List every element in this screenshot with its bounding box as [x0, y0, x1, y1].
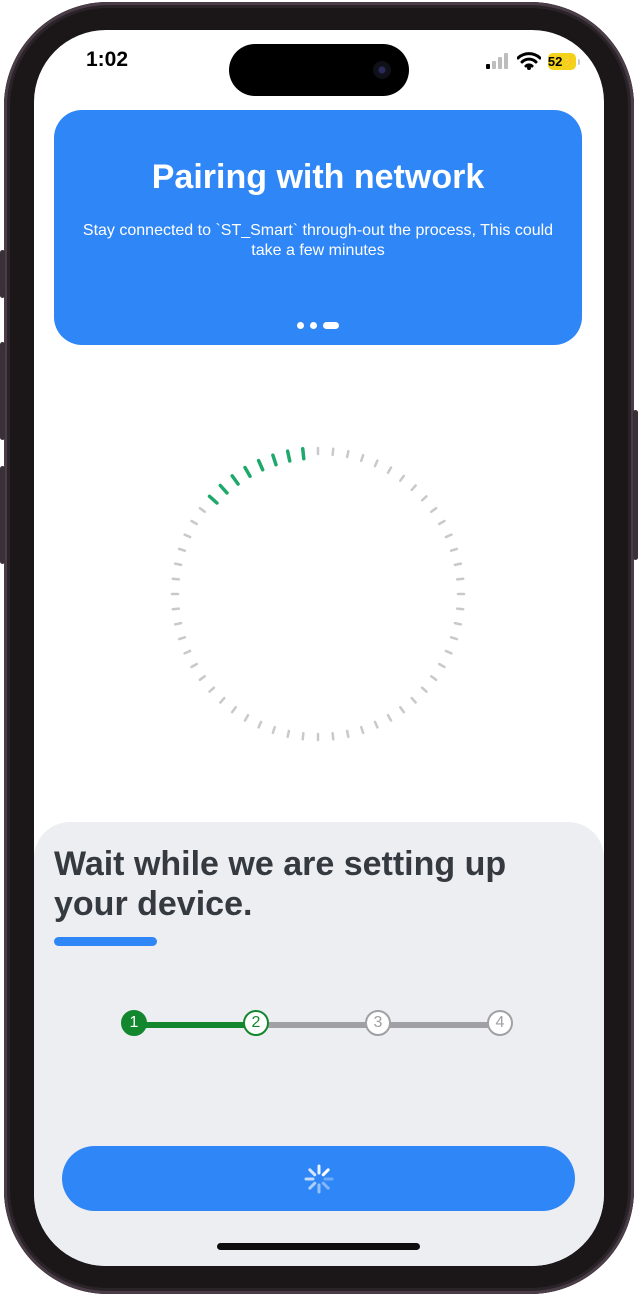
progress-tick-pending [386, 713, 393, 722]
bolt-icon: ⚡ [562, 55, 577, 68]
continue-button[interactable] [62, 1146, 575, 1211]
progress-tick-pending [345, 449, 350, 459]
progress-tick-complete [256, 458, 265, 472]
camera-icon [373, 61, 391, 79]
page-indicator[interactable] [54, 322, 582, 329]
step-connector [134, 1022, 256, 1028]
banner-title: Pairing with network [151, 158, 485, 196]
progress-tick-complete [243, 465, 252, 478]
cellular-signal-icon [486, 53, 508, 69]
progress-tick-pending [173, 621, 183, 626]
pairing-progress-ring [170, 446, 466, 742]
progress-tick-pending [437, 662, 446, 669]
progress-tick-pending [271, 725, 276, 735]
progress-tick-pending [230, 706, 237, 714]
banner-subtitle: Stay connected to `ST_Smart` through-out… [82, 222, 554, 259]
progress-tick-pending [286, 729, 291, 739]
wifi-icon [517, 52, 541, 70]
heading-underline [54, 937, 157, 946]
progress-tick-pending [444, 649, 453, 655]
progress-tick-complete [271, 453, 278, 467]
loading-spinner-icon [304, 1164, 333, 1193]
info-banner[interactable]: Pairing with network Stay connected to `… [54, 110, 582, 345]
action-button [0, 250, 5, 298]
progress-tick-pending [373, 720, 379, 729]
progress-tick-pending [183, 649, 192, 655]
progress-tick-pending [449, 636, 459, 641]
spinner-spoke [307, 1181, 316, 1190]
progress-tick-pending [420, 495, 428, 502]
progress-tick-pending [444, 533, 453, 539]
progress-tick-pending [219, 696, 226, 704]
step-2: 2 [243, 1010, 269, 1036]
page-dot[interactable] [310, 322, 317, 329]
progress-tick-pending [198, 506, 206, 513]
progress-tick-pending [243, 713, 250, 722]
progress-tick-pending [453, 621, 463, 626]
battery-level: 52 [547, 53, 563, 69]
battery-charging-icon: 52 ⚡ [547, 52, 580, 70]
spinner-spoke [321, 1167, 330, 1176]
spinner-spoke [307, 1167, 316, 1176]
page-dot[interactable] [297, 322, 304, 329]
progress-tick-pending [183, 533, 192, 539]
progress-tick-pending [430, 675, 438, 682]
setup-heading: Wait while we are setting up your device… [54, 845, 507, 923]
app-screen: 1:02 52 ⚡ Pairing with network Stay conne… [34, 30, 604, 1266]
progress-tick-pending [198, 675, 206, 682]
progress-tick-complete [230, 474, 240, 486]
progress-tick-pending [410, 484, 417, 492]
progress-tick-pending [173, 562, 183, 567]
status-icons: 52 ⚡ [486, 52, 580, 70]
dynamic-island [229, 44, 409, 96]
progress-tick-pending [399, 474, 406, 482]
status-time: 1:02 [86, 48, 129, 71]
volume-up-button [0, 342, 5, 440]
progress-tick-pending [449, 547, 459, 552]
progress-tick-pending [399, 706, 406, 714]
step-4: 4 [487, 1010, 513, 1036]
progress-tick-pending [360, 453, 365, 463]
progress-tick-pending [455, 577, 465, 581]
progress-tick-pending [331, 731, 335, 741]
progress-tick-complete [207, 494, 219, 505]
progress-tick-pending [345, 729, 350, 739]
step-indicator: 1 2 3 4 [34, 1010, 604, 1040]
step-connector [256, 1022, 378, 1028]
progress-tick-pending [331, 447, 335, 457]
progress-tick-pending [301, 731, 305, 741]
progress-tick-pending [208, 686, 216, 693]
step-connector [378, 1022, 500, 1028]
volume-down-button [0, 466, 5, 564]
progress-tick-pending [171, 607, 181, 611]
page-dot[interactable] [323, 322, 339, 329]
progress-tick-pending [430, 506, 438, 513]
setup-panel: Wait while we are setting up your device… [34, 822, 604, 1266]
power-button [633, 410, 638, 560]
progress-tick-pending [453, 562, 463, 567]
progress-tick-pending [190, 662, 199, 669]
progress-tick-pending [177, 636, 187, 641]
progress-tick-pending [360, 725, 365, 735]
progress-tick-pending [386, 466, 393, 475]
progress-tick-pending [171, 577, 181, 581]
progress-tick-complete [218, 483, 229, 495]
home-indicator [217, 1243, 420, 1250]
progress-tick-complete [285, 449, 292, 463]
progress-tick-pending [420, 686, 428, 693]
progress-tick-pending [177, 547, 187, 552]
progress-tick-pending [373, 459, 379, 468]
progress-tick-pending [455, 607, 465, 611]
progress-tick-pending [190, 519, 199, 526]
step-1: 1 [121, 1010, 147, 1036]
progress-tick-pending [257, 720, 263, 729]
spinner-spoke [321, 1181, 330, 1190]
step-3: 3 [365, 1010, 391, 1036]
progress-tick-complete [300, 447, 306, 461]
progress-tick-pending [410, 696, 417, 704]
progress-tick-pending [437, 519, 446, 526]
